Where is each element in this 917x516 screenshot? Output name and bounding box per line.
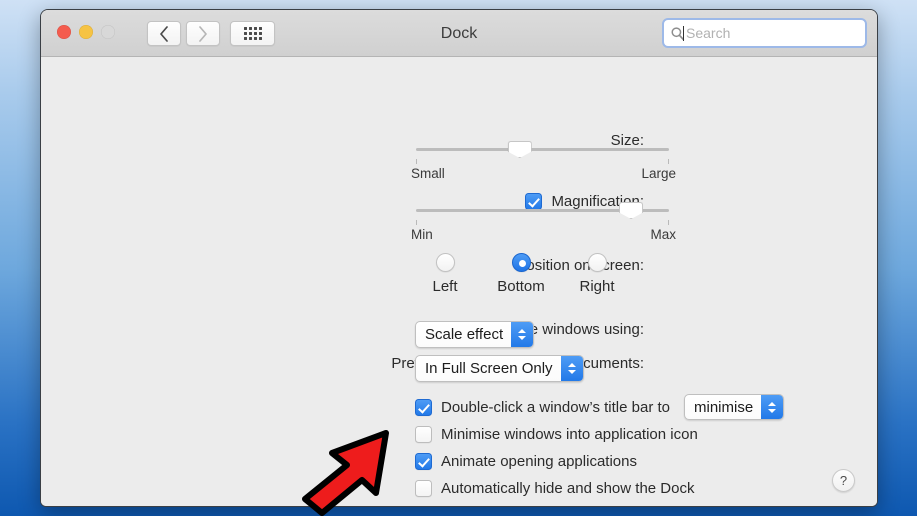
dock-options-list: Double-click a window’s title bar to min… bbox=[415, 394, 785, 508]
magnification-max-label: Max bbox=[650, 227, 676, 242]
option-label: Minimise windows into application icon bbox=[441, 425, 698, 443]
text-caret bbox=[683, 26, 684, 41]
search-field[interactable]: Search bbox=[662, 18, 867, 48]
prefer-tabs-popup[interactable]: In Full Screen Only bbox=[415, 355, 584, 382]
position-radio-group: Left Bottom Right bbox=[419, 253, 623, 295]
option-label: Automatically hide and show the Dock bbox=[441, 479, 695, 497]
preferences-content: Size: Small Large Magnification: Min Max bbox=[41, 57, 877, 508]
option-label: Show recent applications in Dock bbox=[441, 507, 662, 508]
radio-bottom[interactable] bbox=[511, 253, 531, 272]
radio-left[interactable] bbox=[435, 253, 455, 272]
option-animate-opening[interactable]: Animate opening applications bbox=[415, 448, 784, 474]
stepper-arrows-icon[interactable] bbox=[761, 395, 784, 419]
position-left-label: Left bbox=[432, 278, 458, 295]
window-title-bar: Dock Search bbox=[41, 10, 877, 57]
option-auto-hide-dock[interactable]: Automatically hide and show the Dock bbox=[415, 475, 784, 501]
position-option-left[interactable]: Left bbox=[419, 253, 471, 295]
dock-size-slider[interactable]: Small Large bbox=[411, 139, 676, 181]
search-placeholder: Search bbox=[683, 25, 730, 41]
checkbox-minimise-into-icon[interactable] bbox=[415, 425, 432, 443]
option-double-click-title-bar[interactable]: Double-click a window’s title bar to min… bbox=[415, 394, 785, 420]
radio-right[interactable] bbox=[587, 253, 607, 272]
stepper-arrows-icon[interactable] bbox=[560, 356, 583, 381]
slider-thumb[interactable] bbox=[619, 202, 644, 219]
position-option-bottom[interactable]: Bottom bbox=[495, 253, 547, 295]
magnification-min-label: Min bbox=[411, 227, 433, 242]
size-max-label: Large bbox=[641, 166, 676, 181]
position-right-label: Right bbox=[579, 278, 615, 295]
dock-preferences-window: Dock Search Size: Small Large Magnificat… bbox=[40, 9, 878, 507]
position-option-right[interactable]: Right bbox=[571, 253, 623, 295]
slider-track bbox=[416, 148, 669, 151]
checkbox-animate-opening[interactable] bbox=[415, 452, 432, 470]
prefer-tabs-value: In Full Screen Only bbox=[425, 360, 553, 377]
double-click-action-popup[interactable]: minimise bbox=[684, 394, 785, 420]
size-min-label: Small bbox=[411, 166, 445, 181]
option-label: Animate opening applications bbox=[441, 452, 637, 470]
option-label: Double-click a window’s title bar to bbox=[441, 398, 670, 416]
help-button[interactable]: ? bbox=[832, 469, 855, 492]
minimise-effect-popup[interactable]: Scale effect bbox=[415, 321, 535, 348]
stepper-arrows-icon[interactable] bbox=[511, 322, 534, 347]
position-bottom-label: Bottom bbox=[497, 278, 545, 295]
minimise-effect-row: Minimise windows using: bbox=[41, 321, 661, 338]
slider-ticks bbox=[416, 220, 669, 226]
checkbox-auto-hide-dock[interactable] bbox=[415, 479, 432, 497]
slider-ticks bbox=[416, 159, 669, 165]
minimise-effect-value: Scale effect bbox=[425, 326, 504, 343]
checkbox-show-recent-apps[interactable] bbox=[415, 507, 432, 508]
magnification-slider[interactable]: Min Max bbox=[411, 200, 676, 242]
double-click-action-value: minimise bbox=[694, 398, 754, 416]
option-minimise-into-icon[interactable]: Minimise windows into application icon bbox=[415, 421, 784, 447]
slider-thumb[interactable] bbox=[507, 141, 532, 158]
checkbox-double-click-title-bar[interactable] bbox=[415, 398, 432, 416]
option-show-recent-apps[interactable]: Show recent applications in Dock bbox=[415, 502, 784, 508]
red-arrow-annotation bbox=[302, 430, 389, 516]
